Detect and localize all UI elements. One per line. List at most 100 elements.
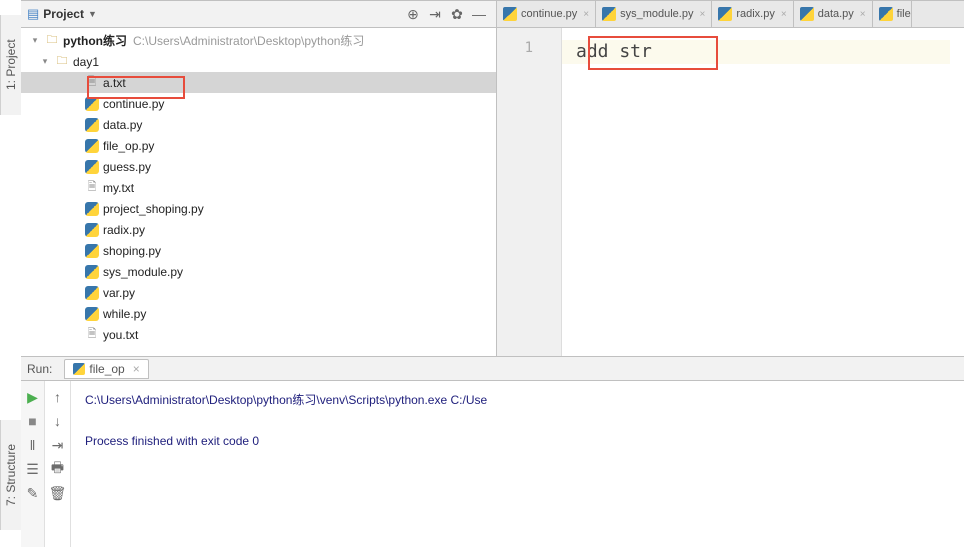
file-name: file_op.py [103, 139, 154, 153]
tree-row-python练习[interactable]: ▾🗀python练习 C:\Users\Administrator\Desktop… [21, 30, 496, 51]
project-tree[interactable]: ▾🗀python练习C:\Users\Administrator\Desktop… [21, 28, 496, 356]
tab-file[interactable]: file [873, 1, 912, 27]
file-name: data.py [103, 118, 142, 132]
tree-row-project_shoping.py[interactable]: project_shoping.py [21, 198, 496, 219]
folder-icon: 🗀 [44, 33, 60, 49]
tree-row-my.txt[interactable]: 🗎my.txt [21, 177, 496, 198]
tab-label: file [897, 8, 911, 20]
project-title: Project [43, 7, 84, 21]
project-panel: ▤ Project ▼ ⊕ ⇥ ✿ — ▾🗀python练习C:\Users\A… [21, 0, 497, 356]
python-icon [602, 7, 616, 21]
run-tab[interactable]: file_op × [64, 359, 148, 379]
twisty-icon[interactable]: ▾ [29, 35, 41, 46]
print-icon[interactable]: 🖶 [45, 457, 70, 481]
gear-icon[interactable]: ✿ [446, 3, 468, 25]
close-icon[interactable]: × [699, 9, 705, 20]
file-name: var.py [103, 286, 135, 300]
tab-label: sys_module.py [620, 8, 693, 20]
sidetab-project[interactable]: 1: Project [0, 15, 21, 115]
tree-row-file_op.py[interactable]: file_op.py [21, 135, 496, 156]
pause-icon[interactable]: ‖ [21, 433, 44, 457]
tree-row-shoping.py[interactable]: shoping.py [21, 240, 496, 261]
close-icon[interactable]: × [133, 362, 140, 376]
close-icon[interactable]: × [860, 9, 866, 20]
file-name: while.py [103, 307, 146, 321]
tab-label: radix.py [736, 8, 775, 20]
hide-icon[interactable]: — [468, 3, 490, 25]
run-toolbar: Run: file_op × [21, 357, 964, 381]
tree-row-data.py[interactable]: data.py [21, 114, 496, 135]
file-name: my.txt [103, 181, 134, 195]
trash-icon[interactable]: 🗑 [45, 481, 70, 505]
close-icon[interactable]: × [583, 9, 589, 20]
console-controls-right: ↑ ↓ ⇥ 🖶 🗑 [45, 381, 71, 547]
tab-continue-py[interactable]: continue.py × [497, 1, 596, 27]
code-text[interactable]: add str [576, 40, 964, 64]
close-icon[interactable]: × [781, 9, 787, 20]
file-name: python练习 [63, 32, 127, 49]
output-line: C:\Users\Administrator\Desktop\python练习\… [85, 391, 950, 410]
file-name: radix.py [103, 223, 145, 237]
tab-data-py[interactable]: data.py × [794, 1, 873, 27]
file-name: sys_module.py [103, 265, 183, 279]
python-icon [800, 7, 814, 21]
tab-label: data.py [818, 8, 854, 20]
tree-row-day1[interactable]: ▾🗀day1 [21, 51, 496, 72]
play-icon[interactable]: ▶ [21, 385, 44, 409]
pin-icon[interactable]: ✎ [21, 481, 44, 505]
tab-sys_module-py[interactable]: sys_module.py × [596, 1, 712, 27]
file-icon: 🗎 [84, 327, 100, 343]
line-number: 1 [497, 40, 561, 64]
python-icon [84, 159, 100, 175]
tree-row-you.txt[interactable]: 🗎you.txt [21, 324, 496, 345]
python-icon [84, 264, 100, 280]
gutter: 1 [497, 28, 562, 356]
file-name: you.txt [103, 328, 138, 342]
wrap-icon[interactable]: ⇥ [45, 433, 70, 457]
project-icon: ▤ [27, 6, 39, 22]
file-name: day1 [73, 55, 99, 69]
tree-row-continue.py[interactable]: continue.py [21, 93, 496, 114]
python-icon [84, 243, 100, 259]
tree-row-while.py[interactable]: while.py [21, 303, 496, 324]
file-icon: 🗎 [84, 180, 100, 196]
target-icon[interactable]: ⊕ [402, 3, 424, 25]
chevron-down-icon[interactable]: ▼ [88, 9, 97, 19]
sidetab-structure[interactable]: 7: Structure [0, 420, 21, 530]
down-icon[interactable]: ↓ [45, 409, 70, 433]
file-icon: 🗎 [84, 75, 100, 91]
tree-row-var.py[interactable]: var.py [21, 282, 496, 303]
python-icon [84, 96, 100, 112]
console-controls-left: ▶ ■ ‖ ☰ ✎ [21, 381, 45, 547]
file-name: guess.py [103, 160, 151, 174]
tree-row-a.txt[interactable]: 🗎a.txt [21, 72, 496, 93]
collapse-icon[interactable]: ⇥ [424, 3, 446, 25]
console-output[interactable]: C:\Users\Administrator\Desktop\python练习\… [71, 381, 964, 547]
run-label: Run: [27, 362, 52, 376]
python-icon [73, 363, 85, 375]
tab-label: continue.py [521, 8, 577, 20]
twisty-icon[interactable]: ▾ [39, 56, 51, 67]
tab-radix-py[interactable]: radix.py × [712, 1, 793, 27]
python-icon [84, 138, 100, 154]
tree-row-radix.py[interactable]: radix.py [21, 219, 496, 240]
file-name: continue.py [103, 97, 164, 111]
folder-icon: 🗀 [54, 54, 70, 70]
python-icon [879, 7, 893, 21]
editor-tabs: continue.py×sys_module.py×radix.py×data.… [497, 0, 964, 28]
editor-area[interactable]: 1 add str [497, 28, 964, 356]
up-icon[interactable]: ↑ [45, 385, 70, 409]
file-name: a.txt [103, 76, 126, 90]
file-path: C:\Users\Administrator\Desktop\python练习 [133, 32, 364, 49]
stop-icon[interactable]: ■ [21, 409, 44, 433]
python-icon [84, 222, 100, 238]
python-icon [84, 306, 100, 322]
tree-row-sys_module.py[interactable]: sys_module.py [21, 261, 496, 282]
frames-icon[interactable]: ☰ [21, 457, 44, 481]
console-panel: ▶ ■ ‖ ☰ ✎ ↑ ↓ ⇥ 🖶 🗑 C:\Users\Administrat… [21, 381, 964, 547]
output-line: Process finished with exit code 0 [85, 432, 950, 451]
python-icon [84, 117, 100, 133]
project-header: ▤ Project ▼ ⊕ ⇥ ✿ — [21, 0, 496, 28]
file-name: shoping.py [103, 244, 161, 258]
tree-row-guess.py[interactable]: guess.py [21, 156, 496, 177]
